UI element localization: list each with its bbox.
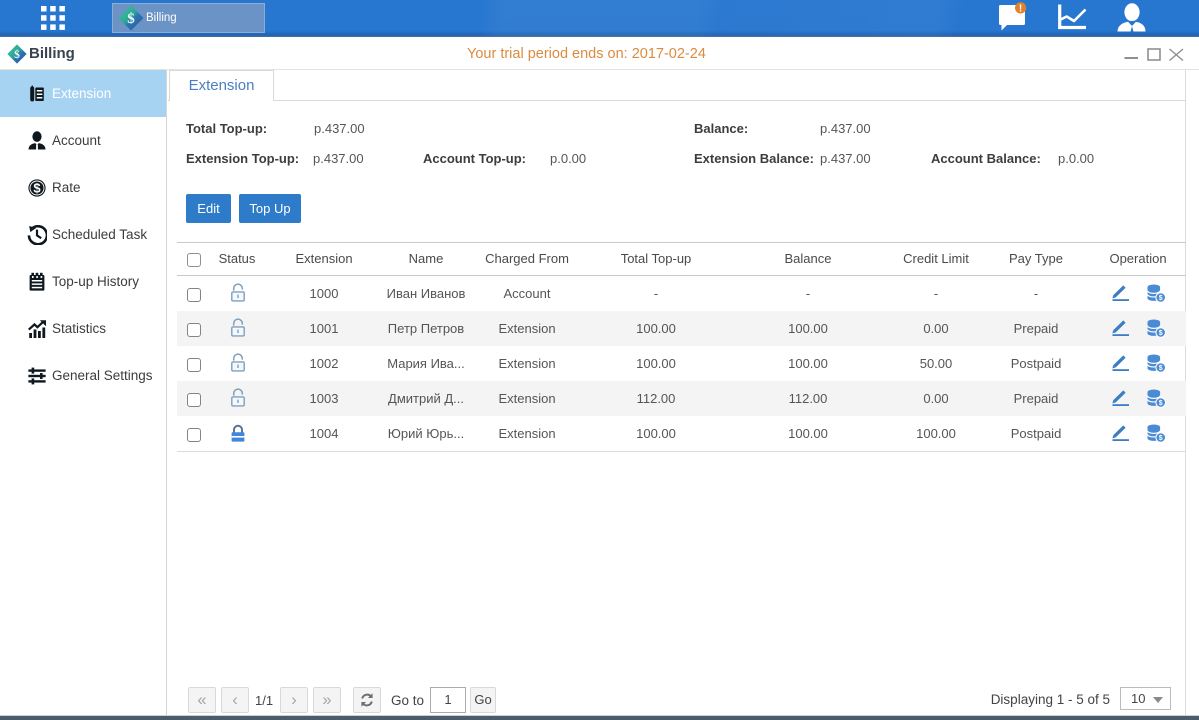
svg-text:!: ! [1019, 3, 1022, 14]
svg-text:$: $ [33, 181, 41, 196]
